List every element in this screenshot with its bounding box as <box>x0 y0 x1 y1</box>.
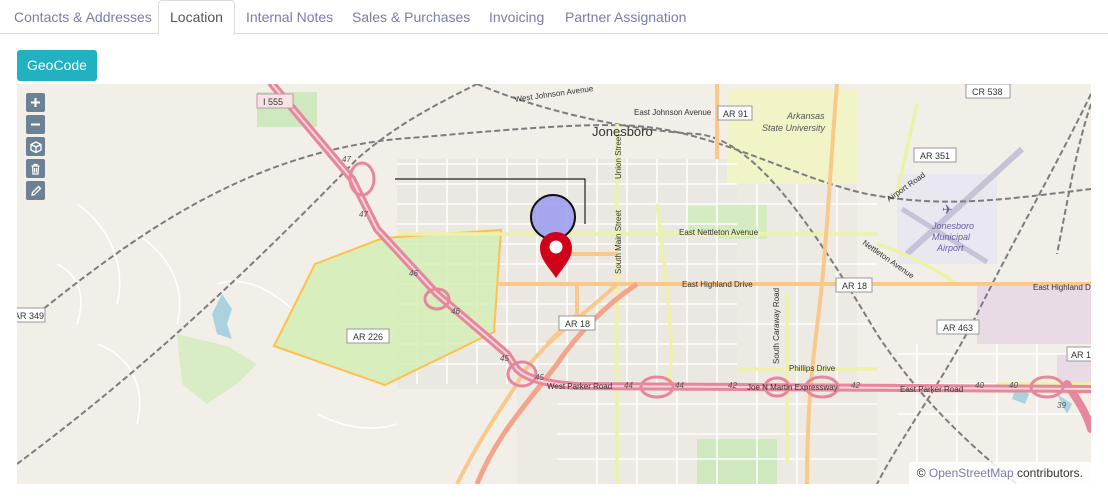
geocode-button[interactable]: GeoCode <box>17 50 97 81</box>
delete-icon[interactable] <box>26 159 45 178</box>
tab-invoicing[interactable]: Invoicing <box>478 0 555 34</box>
tab-internal-notes[interactable]: Internal Notes <box>235 0 344 34</box>
map-overlays <box>530 194 576 278</box>
openstreetmap-link[interactable]: OpenStreetMap <box>929 466 1014 480</box>
zoom-out-icon[interactable] <box>26 115 45 134</box>
tab-contacts-addresses[interactable]: Contacts & Addresses <box>3 0 163 34</box>
attribution-suffix: contributors. <box>1016 466 1083 480</box>
tab-sales-purchases[interactable]: Sales & Purchases <box>341 0 481 34</box>
draw-polygon-icon[interactable] <box>26 137 45 156</box>
tab-bar: Contacts & Addresses Location Internal N… <box>0 0 1108 35</box>
tab-partner-assignation[interactable]: Partner Assignation <box>554 0 697 34</box>
map-marker-icon[interactable] <box>540 232 572 278</box>
copyright-symbol: © <box>916 466 926 480</box>
edit-icon[interactable] <box>26 181 45 200</box>
tab-location[interactable]: Location <box>158 0 235 35</box>
zoom-in-icon[interactable] <box>26 93 45 112</box>
map[interactable]: Jonesboro Arkansas State University Jone… <box>17 84 1091 484</box>
map-attribution: © OpenStreetMap contributors. <box>908 462 1091 484</box>
